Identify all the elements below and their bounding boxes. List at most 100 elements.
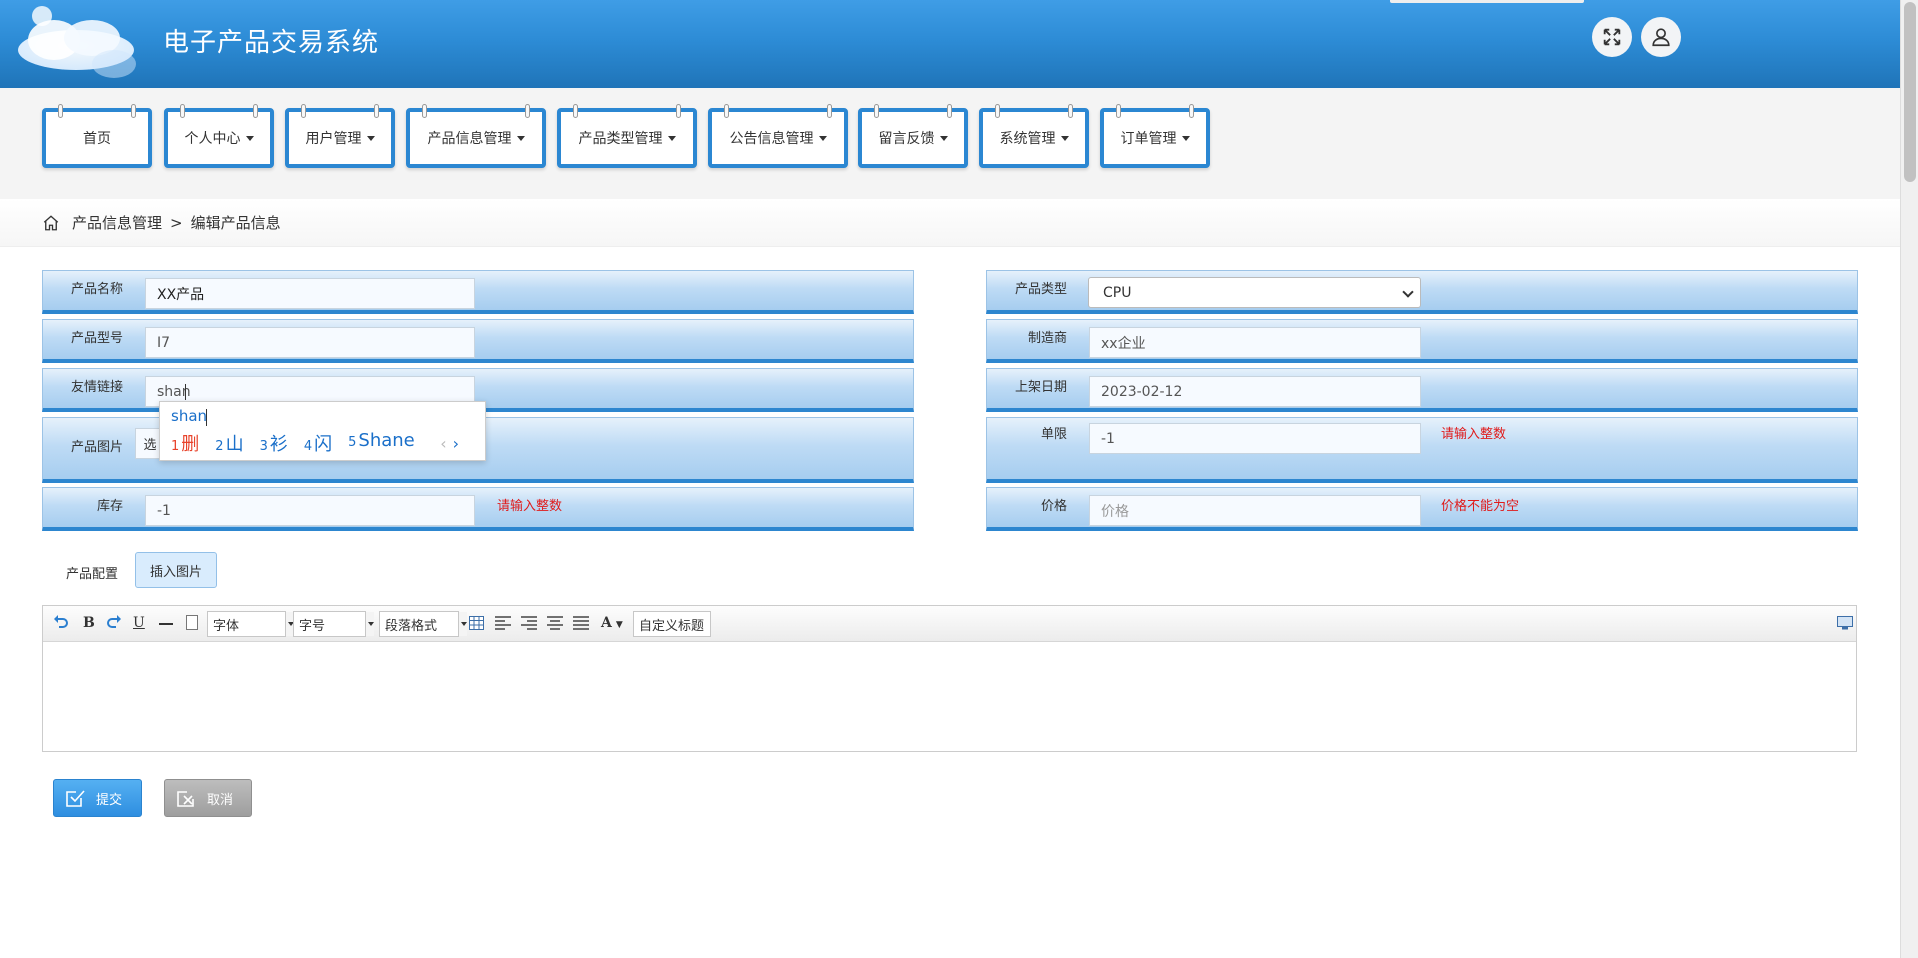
app-title: 电子产品交易系统: [163, 28, 380, 58]
chevron-down-icon: [1181, 135, 1190, 141]
custom-title-select[interactable]: 自定义标题: [633, 611, 711, 637]
nav-item-product-info[interactable]: 产品信息管理: [406, 104, 546, 168]
breadcrumb-parent[interactable]: 产品信息管理: [72, 212, 162, 233]
undo-icon[interactable]: [53, 613, 69, 633]
cloud-logo-icon: [18, 6, 136, 78]
cancel-button[interactable]: 取消: [164, 779, 252, 817]
ime-candidate-popup: shan 1删 2山 3衫 4闪 5 Shane ‹ ›: [159, 401, 486, 461]
maker-input[interactable]: xx企业: [1089, 327, 1421, 358]
nav-item-personal-center[interactable]: 个人中心: [164, 104, 274, 168]
insert-image-button[interactable]: 插入图片: [135, 552, 217, 588]
ime-candidates: 1删 2山 3衫 4闪 5 Shane: [171, 430, 415, 456]
chevron-down-icon: [710, 612, 711, 636]
form-row-maker: 制造商 xx企业: [986, 319, 1858, 363]
maker-label: 制造商: [1027, 331, 1067, 346]
limit-label: 单限: [1040, 427, 1067, 442]
ime-caret: [206, 409, 207, 426]
ime-candidate[interactable]: 1删: [171, 430, 199, 456]
redo-icon[interactable]: [106, 613, 122, 633]
nav-item-system[interactable]: 系统管理: [979, 104, 1089, 168]
nav-item-product-type[interactable]: 产品类型管理: [557, 104, 697, 168]
font-family-select[interactable]: 字体: [207, 611, 294, 637]
chevron-down-icon: [245, 135, 254, 141]
font-color-button[interactable]: A ▼: [601, 615, 623, 631]
editor-toolbar: B U 字体 字号 段落格式 A ▼ 自定义标题: [43, 606, 1856, 642]
bold-button[interactable]: B: [83, 615, 95, 631]
limit-error: 请输入整数: [1441, 427, 1507, 442]
image-label: 产品图片: [70, 440, 123, 455]
nav-item-user-management[interactable]: 用户管理: [285, 104, 395, 168]
form-row-price: 价格 价格 价格不能为空: [986, 487, 1858, 531]
form-row-name: 产品名称 XX产品: [42, 270, 914, 314]
main-nav: 首页 个人中心 用户管理 产品信息管理 产品类型管理 公告信息管理 留言反馈 系…: [0, 88, 1900, 199]
date-label: 上架日期: [1014, 380, 1067, 395]
ime-prev-icon[interactable]: ‹: [440, 434, 446, 453]
nav-item-home[interactable]: 首页: [42, 104, 152, 168]
align-center-icon[interactable]: [547, 616, 563, 634]
chevron-down-icon: [516, 135, 525, 141]
check-box-icon: [66, 790, 85, 807]
breadcrumb-separator: >: [170, 213, 183, 232]
ime-composition: shan: [171, 407, 208, 425]
new-document-icon[interactable]: [186, 615, 198, 630]
fullscreen-button[interactable]: [1592, 17, 1632, 57]
table-icon[interactable]: [469, 616, 484, 634]
underline-button[interactable]: U: [133, 615, 145, 631]
close-box-icon: [177, 791, 194, 807]
user-button[interactable]: [1641, 17, 1681, 57]
stock-label: 库存: [96, 499, 123, 514]
chevron-down-icon: [365, 612, 374, 636]
ime-next-icon[interactable]: ›: [453, 434, 459, 453]
ime-pager: ‹ ›: [440, 434, 459, 453]
rich-text-editor: B U 字体 字号 段落格式 A ▼ 自定义标题: [42, 605, 1857, 752]
ime-candidate[interactable]: 5 Shane: [348, 430, 415, 456]
breadcrumb: 产品信息管理 > 编辑产品信息: [0, 199, 1900, 247]
ime-candidate[interactable]: 4闪: [304, 430, 332, 456]
horizontal-rule-icon[interactable]: [159, 623, 173, 625]
nav-item-announcement[interactable]: 公告信息管理: [708, 104, 848, 168]
price-label: 价格: [1040, 499, 1067, 514]
type-label: 产品类型: [1014, 282, 1067, 297]
chevron-down-icon: [458, 612, 467, 636]
user-icon: [1652, 28, 1670, 47]
link-label: 友情链接: [70, 380, 123, 395]
chevron-down-icon: [366, 135, 375, 141]
top-strip: [1390, 0, 1584, 3]
vertical-scrollbar[interactable]: [1900, 0, 1918, 958]
model-label: 产品型号: [70, 331, 123, 346]
chevron-down-icon: [939, 135, 948, 141]
font-size-select[interactable]: 字号: [293, 611, 374, 637]
form-row-stock: 库存 -1 请输入整数: [42, 487, 914, 531]
nav-item-feedback[interactable]: 留言反馈: [858, 104, 968, 168]
price-error: 价格不能为空: [1441, 499, 1520, 514]
product-type-select[interactable]: CPU: [1088, 277, 1421, 308]
chevron-down-icon: [667, 135, 676, 141]
config-label: 产品配置: [66, 567, 119, 582]
align-right-icon[interactable]: [521, 616, 537, 634]
source-view-icon[interactable]: [1837, 616, 1853, 634]
ime-candidate[interactable]: 2山: [215, 430, 243, 456]
home-icon[interactable]: [42, 214, 60, 232]
ime-candidate[interactable]: 3衫: [260, 430, 288, 456]
nav-item-orders[interactable]: 订单管理: [1100, 104, 1210, 168]
scrollbar-thumb[interactable]: [1904, 2, 1916, 182]
price-input[interactable]: 价格: [1089, 495, 1421, 526]
stock-error: 请输入整数: [497, 499, 563, 514]
app-header: 电子产品交易系统: [0, 0, 1900, 88]
product-model-input[interactable]: I7: [145, 327, 475, 358]
form-row-type: 产品类型 CPU: [986, 270, 1858, 314]
paragraph-format-select[interactable]: 段落格式: [379, 611, 467, 637]
form-row-model: 产品型号 I7: [42, 319, 914, 363]
name-label: 产品名称: [70, 282, 123, 297]
submit-button[interactable]: 提交: [53, 779, 142, 817]
product-name-input[interactable]: XX产品: [145, 278, 475, 309]
align-justify-icon[interactable]: [573, 616, 589, 634]
fullscreen-icon: [1603, 28, 1621, 46]
stock-input[interactable]: -1: [145, 495, 475, 526]
breadcrumb-current: 编辑产品信息: [190, 214, 281, 232]
align-left-icon[interactable]: [495, 616, 511, 634]
chevron-down-icon: [1060, 135, 1069, 141]
date-input[interactable]: 2023-02-12: [1089, 376, 1421, 407]
limit-input[interactable]: -1: [1089, 423, 1421, 454]
text-cursor-icon: [184, 383, 186, 400]
